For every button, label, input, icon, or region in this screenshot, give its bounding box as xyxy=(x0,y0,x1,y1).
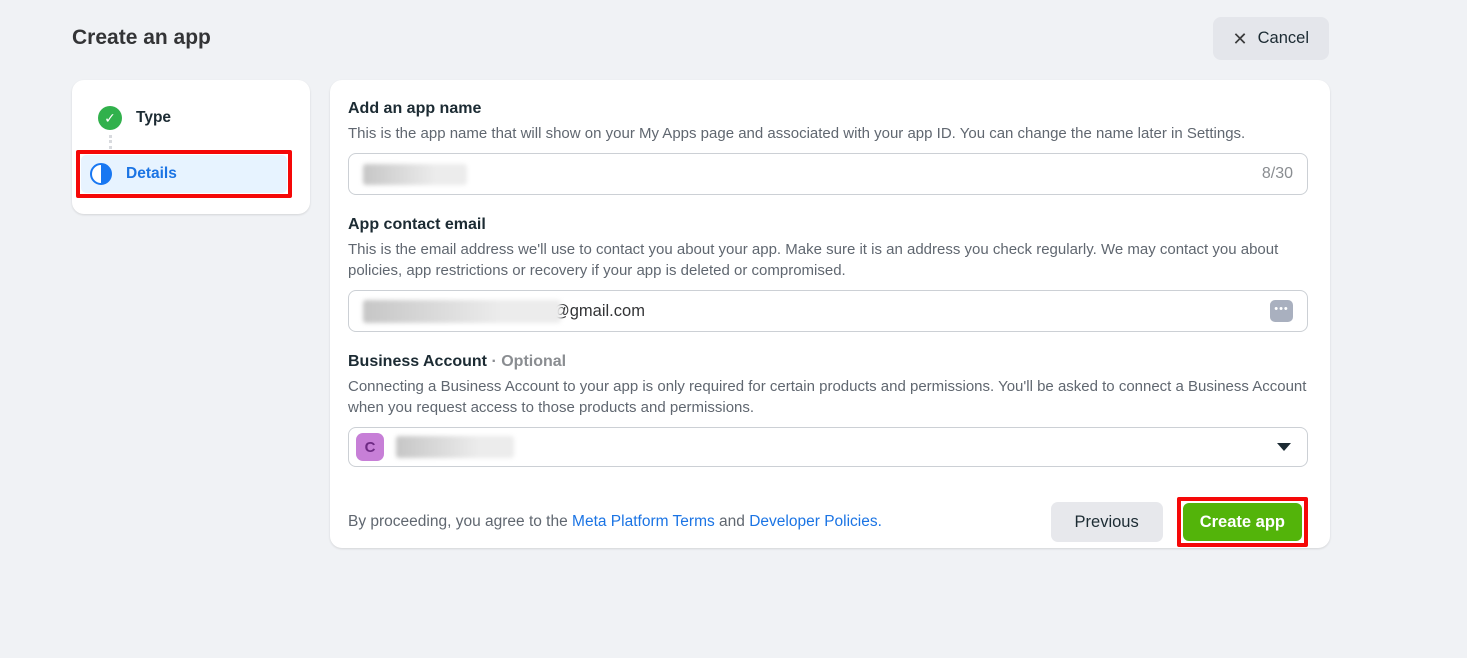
redacted-email-user xyxy=(363,300,561,323)
header: Create an app ✕ Cancel xyxy=(0,0,1467,72)
cancel-button[interactable]: ✕ Cancel xyxy=(1213,17,1329,60)
terms-text: By proceeding, you agree to the Meta Pla… xyxy=(348,513,1051,531)
business-account-description: Connecting a Business Account to your ap… xyxy=(348,376,1308,418)
app-name-section: Add an app name This is the app name tha… xyxy=(348,100,1308,195)
contact-email-description: This is the email address we'll use to c… xyxy=(348,239,1308,281)
business-account-label: Business Account · Optional xyxy=(348,353,1308,371)
cancel-label: Cancel xyxy=(1258,29,1309,48)
close-icon: ✕ xyxy=(1233,30,1248,48)
annotation-box-create-app: Create app xyxy=(1177,497,1308,547)
chevron-down-icon xyxy=(1277,443,1291,451)
optional-label: · Optional xyxy=(491,353,566,370)
password-manager-icon[interactable]: ••• xyxy=(1270,300,1293,322)
create-app-page: Create an app ✕ Cancel ✓ Type Details Ad… xyxy=(0,0,1467,658)
previous-button[interactable]: Previous xyxy=(1051,502,1163,542)
app-name-input[interactable]: 8/30 xyxy=(348,153,1308,195)
page-title: Create an app xyxy=(72,26,211,50)
step-connector xyxy=(109,135,294,149)
redacted-business-name xyxy=(396,436,514,458)
create-app-button[interactable]: Create app xyxy=(1183,503,1302,541)
business-account-section: Business Account · Optional Connecting a… xyxy=(348,353,1308,467)
app-name-label: Add an app name xyxy=(348,100,1308,118)
stepper-step-details[interactable]: Details xyxy=(81,155,287,193)
step-type-label: Type xyxy=(136,109,171,127)
form-footer: By proceeding, you agree to the Meta Pla… xyxy=(348,497,1308,547)
half-circle-progress-icon xyxy=(90,163,112,185)
redacted-app-name xyxy=(363,164,467,185)
step-details-label: Details xyxy=(126,165,177,183)
stepper-card: ✓ Type Details xyxy=(72,80,310,214)
stepper-step-type[interactable]: ✓ Type xyxy=(92,102,294,134)
annotation-box-details: Details xyxy=(76,150,292,198)
developer-policies-link[interactable]: Developer Policies. xyxy=(749,513,882,530)
business-avatar: C xyxy=(356,433,384,461)
char-counter: 8/30 xyxy=(1262,165,1293,183)
contact-email-input[interactable]: @gmail.com ••• xyxy=(348,290,1308,332)
contact-email-section: App contact email This is the email addr… xyxy=(348,216,1308,332)
check-circle-icon: ✓ xyxy=(98,106,122,130)
email-domain-text: @gmail.com xyxy=(553,302,645,321)
app-name-description: This is the app name that will show on y… xyxy=(348,123,1308,144)
meta-platform-terms-link[interactable]: Meta Platform Terms xyxy=(572,513,715,530)
details-form-card: Add an app name This is the app name tha… xyxy=(330,80,1330,548)
contact-email-label: App contact email xyxy=(348,216,1308,234)
business-account-select[interactable]: C xyxy=(348,427,1308,467)
